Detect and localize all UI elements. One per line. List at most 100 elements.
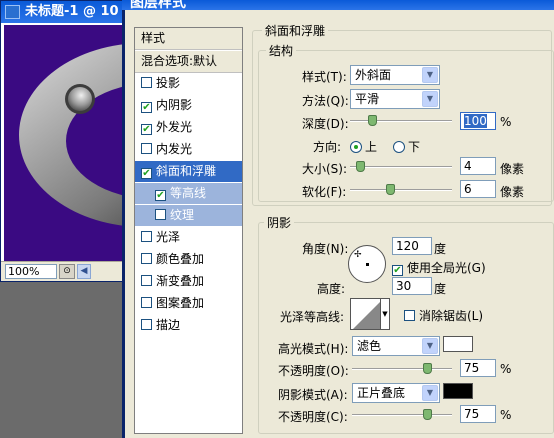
direction-up-radio[interactable]: 上 (350, 138, 377, 155)
highlight-opacity-track[interactable] (352, 368, 452, 370)
document-canvas[interactable] (4, 25, 126, 261)
highlight-mode-label: 高光模式(H): (278, 342, 349, 356)
style-item-stroke[interactable]: 描边 (135, 315, 242, 337)
angle-label: 角度(N): (302, 242, 349, 256)
chevron-down-icon: ▼ (422, 385, 438, 401)
altitude-unit: 度 (434, 282, 447, 296)
scroll-left-icon[interactable]: ◀ (77, 264, 91, 279)
highlight-color-swatch[interactable] (443, 336, 473, 352)
technique-label: 方法(Q): (302, 94, 349, 108)
soften-input[interactable]: 6 (460, 180, 496, 198)
style-item-drop-shadow[interactable]: 投影 (135, 73, 242, 95)
chevron-down-icon: ▼ (422, 91, 438, 107)
size-slider-track[interactable] (350, 166, 452, 168)
navigator-icon[interactable]: ⊙ (59, 264, 75, 279)
gloss-contour-picker[interactable]: ▼ (350, 298, 390, 330)
bevel-emboss-section-title: 斜面和浮雕 (262, 22, 329, 39)
shadow-opacity-track[interactable] (352, 414, 452, 416)
style-item-outer-glow[interactable]: ✔ 外发光 (135, 117, 242, 139)
outer-glow-checkbox[interactable]: ✔ (141, 124, 152, 135)
direction-down-radio[interactable]: 下 (393, 138, 420, 155)
shadow-opacity-unit: % (500, 408, 512, 422)
highlight-opacity-input[interactable]: 75 (460, 359, 496, 377)
document-title: 未标题-1 @ 10 (25, 4, 119, 19)
highlight-opacity-thumb[interactable] (423, 363, 432, 374)
angle-input[interactable]: 120 (392, 237, 432, 255)
bevel-emboss-checkbox[interactable]: ✔ (141, 168, 152, 179)
texture-checkbox[interactable] (155, 209, 166, 220)
soften-slider-thumb[interactable] (386, 184, 395, 195)
style-item-satin[interactable]: 光泽 (135, 227, 242, 249)
soften-slider-track[interactable] (350, 189, 452, 191)
shadow-opacity-label: 不透明度(C): (278, 410, 348, 424)
size-slider-thumb[interactable] (356, 161, 365, 172)
style-list-header[interactable]: 样式 (135, 28, 242, 50)
style-select[interactable]: 外斜面 ▼ (350, 65, 440, 85)
global-light-checkbox[interactable]: ✔ 使用全局光(G) (392, 259, 486, 276)
contour-preview-icon (353, 301, 381, 329)
style-item-inner-glow[interactable]: 内发光 (135, 139, 242, 161)
crosshair-icon: ✢ (354, 250, 362, 260)
shadow-opacity-thumb[interactable] (423, 409, 432, 420)
depth-slider-thumb[interactable] (368, 115, 377, 126)
soften-label: 软化(F): (302, 185, 347, 199)
document-window[interactable]: 未标题-1 @ 10 100% ⊙ ◀ (0, 0, 127, 282)
satin-checkbox[interactable] (141, 231, 152, 242)
size-input[interactable]: 4 (460, 157, 496, 175)
style-list: 样式 混合选项:默认 投影 ✔ 内阴影 ✔ 外发光 内发光 ✔ 斜面和浮雕 ✔ 等高线 … (134, 27, 243, 434)
altitude-input[interactable]: 30 (392, 277, 432, 295)
size-label: 大小(S): (302, 162, 348, 176)
angle-dial[interactable]: ✢ (348, 245, 386, 283)
style-item-bevel-emboss[interactable]: ✔ 斜面和浮雕 (135, 161, 242, 183)
depth-label: 深度(D): (302, 117, 349, 131)
altitude-label: 高度: (317, 282, 346, 296)
size-unit: 像素 (500, 162, 525, 176)
dialog-title: 图层样式 (130, 0, 186, 11)
zoom-field[interactable]: 100% (5, 264, 57, 279)
highlight-opacity-label: 不透明度(O): (278, 364, 349, 378)
chevron-down-icon: ▼ (422, 67, 438, 83)
shadow-mode-select[interactable]: 正片叠底 ▼ (352, 383, 440, 403)
ring-artwork (19, 43, 126, 227)
style-item-color-overlay[interactable]: 颜色叠加 (135, 249, 242, 271)
gloss-contour-label: 光泽等高线: (280, 310, 345, 324)
soften-unit: 像素 (500, 185, 525, 199)
style-item-inner-shadow[interactable]: ✔ 内阴影 (135, 95, 242, 117)
style-item-pattern-overlay[interactable]: 图案叠加 (135, 293, 242, 315)
style-item-texture[interactable]: 纹理 (135, 205, 242, 227)
contour-checkbox[interactable]: ✔ (155, 190, 166, 201)
stroke-checkbox[interactable] (141, 319, 152, 330)
style-item-gradient-overlay[interactable]: 渐变叠加 (135, 271, 242, 293)
highlight-mode-select[interactable]: 滤色 ▼ (352, 336, 440, 356)
depth-unit: % (500, 115, 512, 129)
drop-shadow-checkbox[interactable] (141, 77, 152, 88)
dial-center-icon (366, 263, 369, 266)
anti-alias-check-icon (404, 310, 415, 321)
gradient-overlay-checkbox[interactable] (141, 275, 152, 286)
photoshop-doc-icon (5, 5, 20, 19)
blending-options-item[interactable]: 混合选项:默认 (135, 51, 242, 73)
chevron-down-icon: ▼ (422, 338, 438, 354)
structure-title: 结构 (266, 42, 297, 59)
radio-selected-icon (350, 141, 362, 153)
direction-label: 方向: (313, 140, 342, 154)
color-overlay-checkbox[interactable] (141, 253, 152, 264)
radio-icon (393, 141, 405, 153)
highlight-opacity-unit: % (500, 362, 512, 376)
status-bar: 100% ⊙ ◀ (1, 261, 127, 281)
contour-dropdown-icon[interactable]: ▼ (380, 299, 389, 329)
shadow-color-swatch[interactable] (443, 383, 473, 399)
depth-slider-track[interactable] (350, 120, 452, 122)
angle-unit: 度 (434, 242, 447, 256)
dialog-title-bar[interactable] (122, 0, 554, 10)
style-item-contour[interactable]: ✔ 等高线 (135, 183, 242, 205)
pattern-overlay-checkbox[interactable] (141, 297, 152, 308)
inner-glow-checkbox[interactable] (141, 143, 152, 154)
depth-input[interactable]: 100 (460, 112, 496, 130)
global-light-check-icon: ✔ (392, 265, 403, 276)
technique-select[interactable]: 平滑 ▼ (350, 89, 440, 109)
shading-title: 阴影 (264, 214, 295, 231)
inner-shadow-checkbox[interactable]: ✔ (141, 102, 152, 113)
shadow-opacity-input[interactable]: 75 (460, 405, 496, 423)
anti-alias-checkbox[interactable]: 消除锯齿(L) (404, 307, 483, 324)
